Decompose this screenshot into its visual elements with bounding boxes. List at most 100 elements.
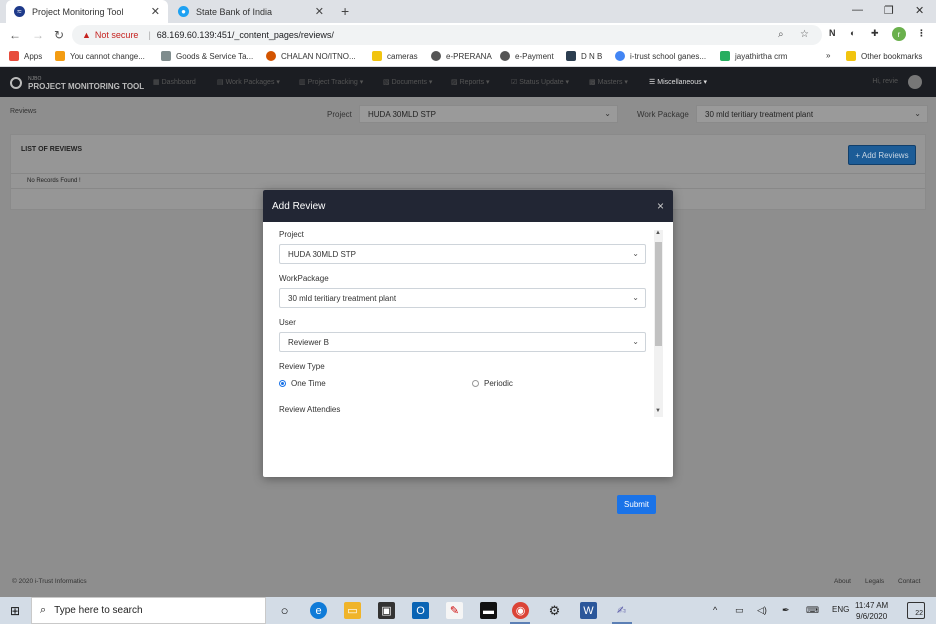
settings-gear-icon[interactable]: ⚙: [546, 602, 563, 619]
volume-icon[interactable]: ◁): [757, 605, 767, 616]
tab-close-icon[interactable]: ✕: [151, 5, 160, 18]
scroll-up-icon[interactable]: ▲: [655, 230, 661, 236]
address-separator: |: [148, 30, 151, 40]
bookmarks-overflow-icon[interactable]: »: [826, 51, 830, 60]
reload-icon[interactable]: ↻: [54, 28, 64, 42]
window-close-icon[interactable]: ✕: [915, 4, 924, 17]
menu-dashboard[interactable]: ▦ Dashboard: [153, 78, 196, 86]
workpackage-label: WorkPackage: [279, 274, 329, 283]
other-bookmarks[interactable]: Other bookmarks: [846, 51, 922, 61]
tab-close-icon[interactable]: ✕: [315, 5, 324, 18]
warning-icon: ▲: [82, 30, 91, 40]
footer-link-about[interactable]: About: [834, 578, 851, 585]
add-reviews-button[interactable]: + Add Reviews: [848, 145, 916, 165]
footer-link-contact[interactable]: Contact: [898, 578, 920, 585]
select-value: 30 mld teritiary treatment plant: [705, 110, 814, 119]
paint-icon[interactable]: ✎: [446, 602, 463, 619]
url-text[interactable]: 68.169.60.139:451/_content_pages/reviews…: [157, 30, 334, 40]
restore-icon[interactable]: ❐: [884, 4, 894, 17]
menu-status-update[interactable]: ☑ Status Update ▾: [511, 78, 569, 86]
folder-icon: [372, 51, 382, 61]
outlook-icon[interactable]: O: [412, 602, 429, 619]
not-secure-label[interactable]: Not secure: [95, 30, 139, 40]
address-bar[interactable]: ▲ Not secure | 68.169.60.139:451/_conten…: [72, 25, 822, 45]
modal-body[interactable]: Project HUDA 30MLD STP ⌄ WorkPackage 30 …: [279, 230, 649, 418]
globe-icon: [500, 51, 510, 61]
filter-project-select[interactable]: HUDA 30MLD STP ⌄: [359, 105, 618, 123]
menu-masters[interactable]: ▩ Masters ▾: [589, 78, 628, 86]
bookmark-star-icon[interactable]: ☆: [800, 29, 809, 40]
notification-center-icon[interactable]: 22: [907, 602, 925, 619]
radio-one-time[interactable]: One Time: [279, 379, 326, 388]
language-indicator[interactable]: ENG: [832, 605, 849, 614]
file-explorer-icon[interactable]: ▭: [344, 602, 361, 619]
chevron-down-icon: ⌄: [604, 109, 611, 118]
back-icon[interactable]: ←: [9, 28, 21, 42]
app-navbar: NJBO PROJECT MONITORING TOOL ▦ Dashboard…: [0, 67, 936, 97]
app-brand[interactable]: NJBO PROJECT MONITORING TOOL: [10, 75, 144, 91]
store-icon[interactable]: ▣: [378, 602, 395, 619]
profile-avatar[interactable]: r: [892, 27, 906, 41]
extension-n-icon[interactable]: N: [829, 28, 836, 38]
bookmark-label: e-PRERANA: [446, 51, 492, 61]
bookmark-item[interactable]: jayathirtha crm: [720, 51, 787, 61]
modal-scrollbar[interactable]: ▲ ▼: [654, 230, 663, 417]
bookmark-item[interactable]: i-trust school ganes...: [615, 51, 706, 61]
word-icon[interactable]: W: [580, 602, 597, 619]
radio-periodic[interactable]: Periodic: [472, 379, 513, 388]
keyboard-icon[interactable]: ⌨: [806, 605, 819, 616]
minimize-icon[interactable]: —: [852, 4, 863, 16]
battery-icon[interactable]: ▭: [735, 605, 744, 616]
project-select[interactable]: HUDA 30MLD STP ⌄: [279, 244, 646, 264]
zoom-search-icon[interactable]: ⌕: [778, 29, 784, 40]
user-avatar[interactable]: [908, 75, 922, 89]
tray-chevron-up-icon[interactable]: ^: [713, 605, 717, 615]
tab-project-monitoring[interactable]: ≈ Project Monitoring Tool ✕: [6, 0, 168, 23]
menu-project-tracking[interactable]: ▥ Project Tracking ▾: [299, 78, 363, 86]
menu-work-packages[interactable]: ▤ Work Packages ▾: [217, 78, 280, 86]
browser-menu-icon[interactable]: ⋮: [917, 28, 926, 39]
bookmark-item[interactable]: cameras: [372, 51, 418, 61]
bookmark-item[interactable]: D N B: [566, 51, 602, 61]
tab-state-bank[interactable]: ● State Bank of India ✕: [170, 0, 332, 23]
pen-tool-icon[interactable]: ✍: [613, 602, 630, 619]
bookmark-item[interactable]: You cannot change...: [55, 51, 145, 61]
bookmark-item[interactable]: e-PRERANA: [431, 51, 492, 61]
radio-unselected-icon: [472, 380, 479, 387]
extension-circle-icon[interactable]: ◐: [850, 28, 855, 38]
filter-workpackage-select[interactable]: 30 mld teritiary treatment plant ⌄: [696, 105, 928, 123]
extensions-puzzle-icon[interactable]: ✚: [871, 28, 879, 39]
scrollbar-thumb[interactable]: [655, 242, 662, 346]
pen-workspace-icon[interactable]: ✒: [782, 605, 790, 616]
menu-reports[interactable]: ▨ Reports ▾: [451, 78, 490, 86]
bookmark-label: You cannot change...: [70, 51, 145, 61]
radio-label: Periodic: [484, 379, 513, 388]
notification-count: 22: [915, 610, 923, 617]
windows-start-icon[interactable]: ⊞: [10, 604, 20, 618]
bookmark-item[interactable]: e-Payment: [500, 51, 554, 61]
taskbar-clock[interactable]: 11:47 AM 9/6/2020: [855, 600, 888, 622]
chrome-icon[interactable]: ◉: [512, 602, 529, 619]
bookmark-item[interactable]: Goods & Service Ta...: [161, 51, 253, 61]
menu-documents[interactable]: ▧ Documents ▾: [383, 78, 432, 86]
workpackage-select[interactable]: 30 mld teritiary treatment plant ⌄: [279, 288, 646, 308]
modal-close-icon[interactable]: ×: [657, 199, 664, 213]
menu-miscellaneous[interactable]: ☰ Miscellaneous ▾: [649, 78, 707, 86]
terminal-icon[interactable]: ▬: [480, 602, 497, 619]
filter-workpackage-label: Work Package: [637, 110, 689, 119]
footer-link-legals[interactable]: Legals: [865, 578, 884, 585]
submit-button[interactable]: Submit: [617, 495, 656, 514]
new-tab-button[interactable]: +: [341, 3, 349, 19]
globe-icon: [431, 51, 441, 61]
bookmark-apps[interactable]: Apps: [9, 51, 42, 61]
edge-icon[interactable]: e: [310, 602, 327, 619]
task-view-icon[interactable]: ○: [276, 602, 293, 619]
user-greeting[interactable]: Hi, revie: [872, 78, 898, 85]
bookmark-item[interactable]: CHALAN NO/ITNO...: [266, 51, 356, 61]
web-page: NJBO PROJECT MONITORING TOOL ▦ Dashboard…: [0, 67, 936, 597]
taskbar-search[interactable]: ⌕ Type here to search: [31, 597, 266, 624]
breadcrumb: Reviews: [10, 108, 37, 115]
scroll-down-icon[interactable]: ▼: [655, 408, 661, 414]
user-select[interactable]: Reviewer B ⌄: [279, 332, 646, 352]
forward-icon[interactable]: →: [32, 28, 44, 42]
